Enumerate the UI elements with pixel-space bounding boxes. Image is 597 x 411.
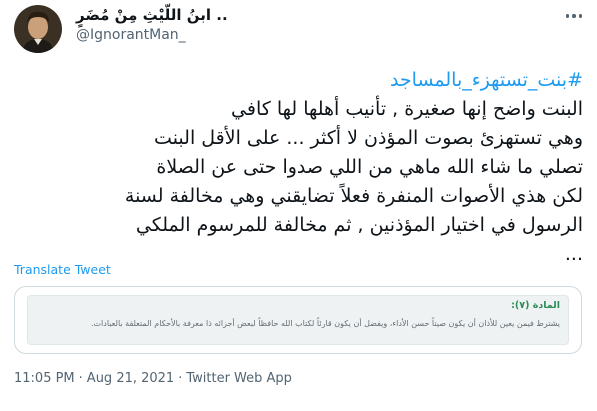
- author-handle[interactable]: @IgnorantMan_: [76, 27, 186, 43]
- tweet-line: لكن هذي الأصوات المنفرة فعلاً تضايقني وه…: [124, 185, 583, 207]
- tweet-metadata: 11:05 PM · Aug 21, 2021 · Twitter Web App: [14, 371, 292, 386]
- portrait-avatar-icon: [14, 5, 62, 53]
- attached-image-card[interactable]: المادة (٧): يشترط فيمن يعين للأذان أن يك…: [14, 286, 582, 354]
- translate-tweet-link[interactable]: Translate Tweet: [14, 262, 111, 277]
- article-body: يشترط فيمن يعين للأذان أن يكون صيتاً حسن…: [90, 319, 560, 328]
- tweet-line: تصلي ما شاء الله ماهي من اللي صدوا حتى ع…: [156, 156, 583, 178]
- more-options-icon[interactable]: [561, 5, 587, 27]
- tweet-date-link[interactable]: Aug 21, 2021: [87, 371, 174, 386]
- tweet-time-link[interactable]: 11:05 PM: [14, 371, 75, 386]
- tweet-text: #بنت_تستهزء_بالمساجد البنت واضح إنها صغي…: [14, 66, 583, 269]
- separator: ·: [178, 371, 183, 386]
- tweet-line: الرسول في اختيار المؤذنين , ثم مخالفة لل…: [135, 214, 583, 236]
- hashtag-link[interactable]: #بنت_تستهزء_بالمساجد: [390, 69, 583, 91]
- author-display-name[interactable]: ابنُ اللّيْثِ مِنْ مُضَرٍ ..: [76, 6, 228, 24]
- article-title: المادة (٧):: [511, 300, 560, 311]
- tweet-line: وهي تستهزئ بصوت المؤذن لا أكثر ... على ا…: [154, 127, 583, 149]
- tweet-line: البنت واضح إنها صغيرة , تأنيب أهلها لها …: [231, 98, 583, 120]
- document-excerpt: المادة (٧): يشترط فيمن يعين للأذان أن يك…: [27, 295, 569, 345]
- tweet-source-link[interactable]: Twitter Web App: [186, 371, 292, 386]
- avatar[interactable]: [14, 5, 62, 53]
- separator: ·: [78, 371, 83, 386]
